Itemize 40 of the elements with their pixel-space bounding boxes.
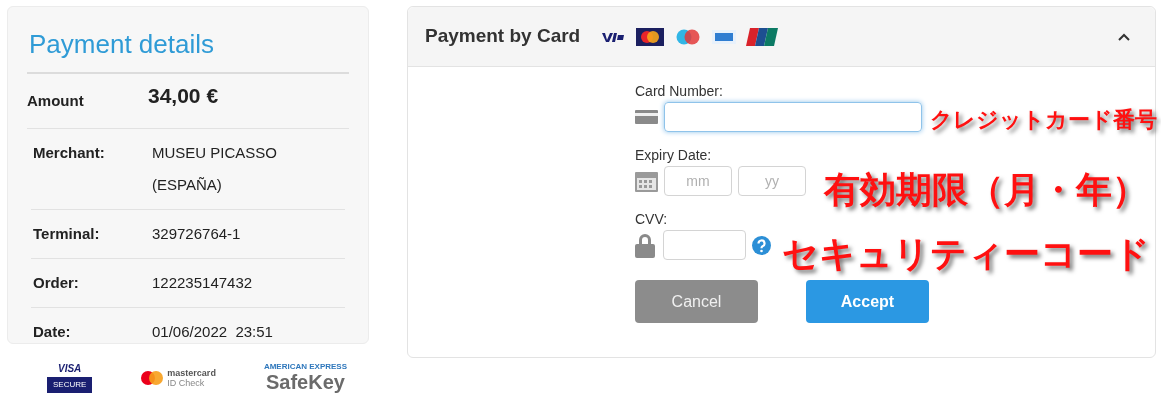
panel-title: Payment by Card: [425, 24, 581, 49]
badge-text: SECURE: [47, 376, 93, 393]
accept-button[interactable]: Accept: [806, 280, 929, 323]
card-number-field[interactable]: [664, 102, 922, 132]
annotation-text: クレジットカード番号: [930, 106, 1157, 134]
detail-value: 329726764-1: [152, 224, 242, 244]
badge-text: AMERICAN EXPRESS: [263, 362, 347, 371]
field-label: CVV:: [635, 210, 669, 228]
circles-icon: [140, 369, 165, 386]
chevron-up-icon[interactable]: [1118, 32, 1130, 41]
details-title: Payment details: [27, 25, 349, 74]
detail-label: Amount: [27, 91, 85, 111]
visa-logo-icon: [600, 30, 627, 43]
badge-text: SafeKey: [265, 371, 345, 393]
cvv-field[interactable]: [663, 230, 746, 260]
card-logo-icon: [712, 29, 737, 44]
calendar-icon: [635, 170, 658, 192]
detail-value: 34,00 €: [148, 83, 219, 109]
card-icon: [635, 110, 658, 124]
detail-label: Order:: [32, 273, 80, 293]
badge-text: mastercard: [167, 367, 216, 378]
annotation-text: セキュリティーコード: [782, 232, 1150, 276]
lock-icon: [635, 232, 655, 258]
badge-text: ID Check: [167, 377, 206, 388]
detail-label: Terminal:: [32, 224, 101, 244]
detail-label: Date:: [32, 322, 72, 342]
card-logo-icon: [636, 27, 665, 46]
field-label: Expiry Date:: [635, 146, 713, 164]
annotation-text: 有効期限（月・年）: [824, 168, 1148, 212]
detail-value: 01/06/2022 23:51: [152, 322, 274, 342]
help-icon[interactable]: [752, 235, 771, 255]
detail-value: 122235147432: [152, 273, 254, 293]
field-label: Card Number:: [635, 82, 724, 100]
cancel-button[interactable]: Cancel: [635, 280, 758, 323]
card-logo-icon: [746, 27, 779, 46]
detail-value: MUSEU PICASSO (ESPAÑA): [152, 143, 279, 195]
detail-label: Merchant:: [32, 143, 106, 163]
expiry-field[interactable]: yy: [738, 166, 806, 196]
expiry-field[interactable]: mm: [664, 166, 732, 196]
badge-text: VISA: [58, 362, 82, 375]
